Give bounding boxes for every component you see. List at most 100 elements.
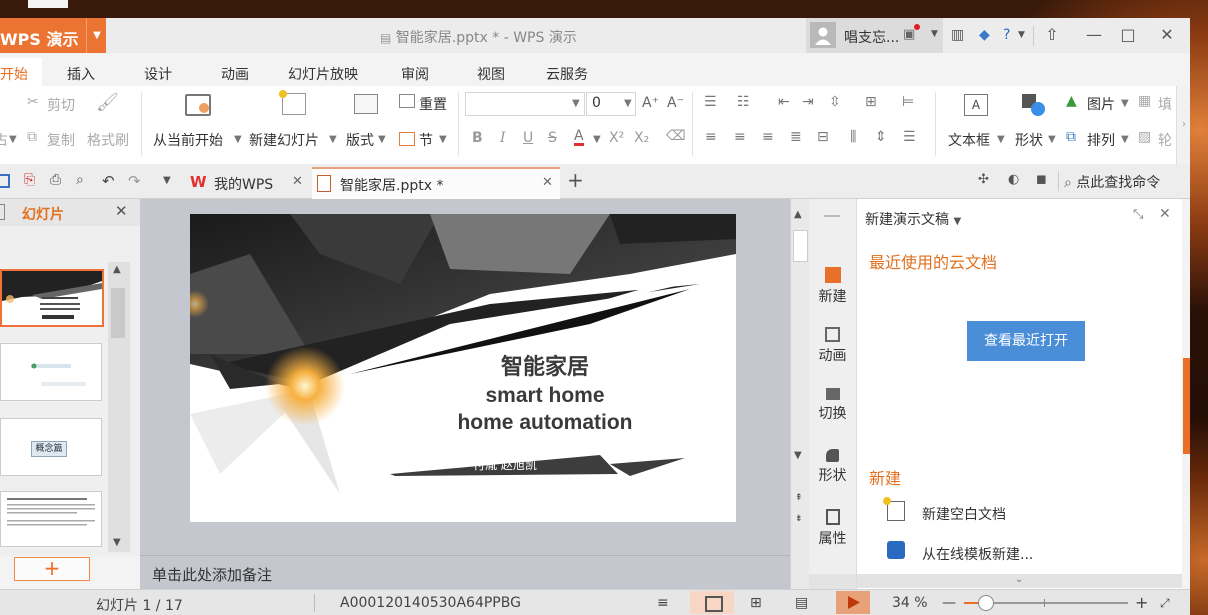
comment-icon[interactable]: ◼ [1036, 172, 1047, 187]
increase-indent-icon[interactable]: ⇥ [802, 94, 814, 110]
tab-home[interactable]: 开始 [0, 58, 42, 86]
avatar[interactable] [810, 22, 836, 48]
tab-my-wps[interactable]: W 我的WPS ✕ [186, 168, 310, 198]
bullets-icon[interactable]: ☰ [704, 94, 717, 110]
zoom-slider[interactable] [964, 595, 1128, 611]
close-icon[interactable]: ✕ [292, 174, 303, 189]
add-tab-icon[interactable]: + [567, 168, 584, 192]
print-preview-icon[interactable]: ⌕ [76, 172, 92, 188]
sync-badge-icon[interactable]: ▣ [903, 27, 915, 42]
slide-thumbnail-3[interactable]: 概念篇 [0, 418, 102, 476]
tab-design[interactable]: 设计 [144, 64, 172, 84]
tab-slideshow[interactable]: 幻灯片放映 [288, 64, 358, 84]
slides-panel-scrollbar[interactable]: ▲ ▼ [108, 262, 130, 552]
chevron-down-icon[interactable]: ▼ [794, 450, 802, 461]
print-icon[interactable]: ⎙ [50, 172, 66, 188]
fit-window-icon[interactable]: ⤢ [1160, 596, 1170, 611]
previous-slide-icon[interactable]: ⇞ [795, 493, 803, 503]
undo-icon[interactable]: ↶ [102, 172, 118, 190]
bookmark-icon[interactable]: ◐ [1008, 172, 1019, 187]
underline-icon[interactable]: U [523, 130, 533, 146]
slide-thumbnail-1[interactable] [0, 269, 104, 327]
copy-button[interactable]: 复制 [47, 130, 75, 150]
zoom-slider-thumb[interactable] [978, 595, 994, 611]
strikethrough-icon[interactable]: S [548, 130, 557, 146]
slide-thumbnail-2[interactable] [0, 343, 102, 401]
slide-title-block[interactable]: 智能家居 smart home home automation [390, 354, 700, 436]
new-slide-button[interactable]: 新建幻灯片 [249, 130, 319, 150]
shirt-icon[interactable]: ◆ [979, 27, 990, 43]
close-icon[interactable]: ✕ [542, 175, 553, 190]
font-size-combo[interactable]: 0 ▼ [586, 92, 636, 116]
paragraph-icon[interactable]: ☰ [903, 129, 916, 145]
scroll-thumb[interactable] [111, 288, 125, 338]
tab-view[interactable]: 视图 [477, 64, 505, 84]
play-slideshow-button[interactable] [836, 591, 870, 614]
restore-ribbon-icon[interactable]: ⇧ [1040, 23, 1064, 47]
minimize-button[interactable]: — [1082, 23, 1106, 47]
ribbon-scroll[interactable]: › [1176, 86, 1190, 164]
paste-partial-label[interactable]: 占 [0, 130, 8, 150]
italic-icon[interactable]: I [500, 130, 506, 146]
justify-icon[interactable]: ≣ [790, 129, 802, 145]
online-template-link[interactable]: 从在线模板新建... [922, 544, 1033, 564]
chevron-down-icon[interactable]: ▼ [1121, 134, 1129, 145]
add-slide-button[interactable]: + [14, 557, 90, 581]
normal-view-button[interactable] [690, 591, 734, 614]
numbering-icon[interactable]: ☷ [737, 94, 750, 110]
chevron-down-icon[interactable]: ▼ [163, 175, 179, 191]
tab-cloud[interactable]: 云服务 [546, 64, 588, 84]
chevron-down-icon[interactable]: ▼ [593, 134, 601, 145]
new-blank-doc-link[interactable]: 新建空白文档 [922, 504, 1006, 524]
close-button[interactable]: ✕ [1155, 23, 1179, 47]
font-color-icon[interactable]: A [574, 129, 584, 146]
zoom-out-icon[interactable]: — [942, 595, 956, 611]
chevron-down-icon[interactable]: ▼ [1048, 134, 1056, 145]
task-pane-title-dropdown[interactable]: 新建演示文稿 ▼ [865, 209, 961, 229]
from-current-button[interactable]: 从当前开始 [153, 130, 223, 150]
outline-button[interactable]: 轮 [1158, 130, 1172, 150]
distributed-icon[interactable]: ⊟ [817, 129, 829, 145]
shape-button[interactable]: 形状 [1015, 130, 1043, 150]
bold-icon[interactable]: B [472, 130, 483, 146]
notes-toggle-icon[interactable]: ≡ [657, 595, 669, 611]
align-right-icon[interactable]: ≡ [762, 129, 774, 145]
close-icon[interactable]: ✕ [1159, 206, 1171, 222]
picture-button[interactable]: 图片 [1087, 94, 1115, 114]
layout-button[interactable]: 版式 [346, 130, 374, 150]
spacing-icon[interactable]: ⇕ [875, 129, 887, 145]
subscript-icon[interactable]: X₂ [634, 130, 649, 146]
redo-icon[interactable]: ↷ [128, 172, 144, 190]
textbox-button[interactable]: 文本框 [948, 130, 990, 150]
chevron-down-icon[interactable]: ▼ [997, 134, 1005, 145]
save-icon[interactable] [0, 174, 10, 188]
chevron-down-icon[interactable]: ▼ [1018, 30, 1025, 40]
command-search[interactable]: ⌕ 点此查找命令 [1064, 172, 1184, 192]
reading-view-icon[interactable]: ▤ [795, 595, 808, 611]
chevron-down-icon[interactable]: ▼ [378, 134, 386, 145]
sparkle-icon[interactable]: ✣ [978, 172, 989, 187]
chevron-down-icon[interactable]: ▼ [572, 98, 580, 109]
line-spacing-icon[interactable]: ⇳ [829, 94, 841, 110]
scroll-thumb[interactable] [793, 230, 808, 262]
clear-format-icon[interactable]: ⌫ [666, 128, 686, 144]
wps-menu-button[interactable]: WPS 演示 ▼ [0, 18, 106, 53]
pdf-icon[interactable]: ⎘ [24, 172, 40, 188]
tab-animation[interactable]: 动画 [221, 64, 249, 84]
columns-icon[interactable]: ⫼ [850, 129, 856, 145]
align-left-icon[interactable]: ≡ [705, 129, 717, 145]
decrease-indent-icon[interactable]: ⇤ [778, 94, 790, 110]
skin-icon[interactable]: ▥ [951, 27, 964, 43]
sidebar-item-animation[interactable]: 动画 [809, 327, 856, 365]
notes-pane[interactable]: 单击此处添加备注 [140, 555, 790, 590]
superscript-icon[interactable]: X² [609, 130, 624, 146]
chevron-up-icon[interactable]: ▲ [113, 264, 121, 275]
chevron-down-icon[interactable]: ▼ [953, 216, 961, 227]
align-text-icon[interactable]: ⊨ [902, 94, 914, 110]
format-painter-button[interactable]: 格式刷 [87, 130, 129, 150]
tab-document[interactable]: 智能家居.pptx * ✕ [312, 167, 560, 200]
help-icon[interactable]: ? [1003, 27, 1010, 43]
slide-thumbnail-4[interactable] [0, 491, 102, 547]
user-account[interactable]: 唱支忘... ▣ ▼ [806, 18, 943, 53]
task-pane-edge-handle[interactable] [1183, 358, 1190, 454]
